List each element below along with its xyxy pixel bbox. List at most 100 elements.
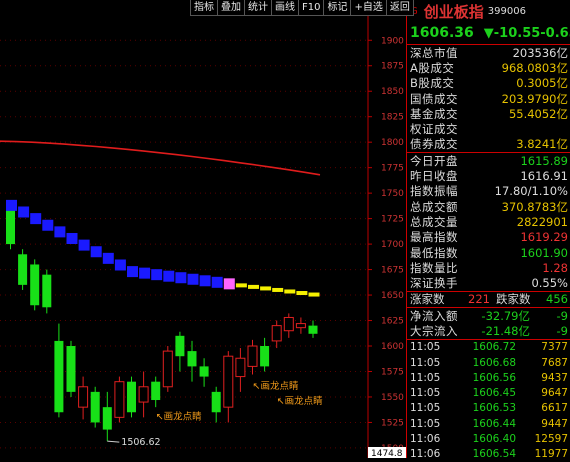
- stat-row: 最高指数 1619.29: [407, 230, 570, 245]
- stat-row-label: 总成交额: [410, 199, 458, 214]
- tick-volume: 9647: [541, 387, 568, 400]
- candle-body: [247, 345, 258, 367]
- flow-row: 大宗流入 -21.48亿 -9: [407, 323, 570, 338]
- flow-label: 大宗流入: [410, 324, 458, 338]
- candle-body: [260, 346, 270, 367]
- candle-body: [151, 381, 161, 401]
- trend-indicator-block: [127, 266, 138, 278]
- axis-tick-label: 1650: [381, 291, 404, 301]
- trend-indicator-block: [211, 276, 223, 288]
- tick-price: 1606.54: [472, 448, 516, 458]
- tick-list[interactable]: 11:05 1606.72 7377 11:05 1606.68 7687 11:05 160…: [407, 338, 570, 458]
- axis-tick-label: 1875: [381, 62, 404, 72]
- stat-row: 昨日收盘 1616.91: [407, 168, 570, 183]
- tick-volume: 11977: [534, 448, 568, 458]
- tick-price: 1606.56: [472, 371, 516, 384]
- tick-row[interactable]: 11:05 1606.45 9647: [407, 386, 570, 401]
- trend-indicator-block: [78, 239, 90, 251]
- stat-row-label: 最低指数: [410, 245, 458, 260]
- trend-indicator-block: [296, 291, 308, 296]
- index-code: 399006: [487, 5, 526, 17]
- kline-chart[interactable]: 1900 1875 1850 1825 1800 1775 1750 1725 1700 1675…: [0, 0, 406, 459]
- advance-decline-row: 涨家数 221 跌家数 456: [407, 290, 570, 307]
- tick-price: 1606.40: [472, 433, 516, 446]
- stat-row-label: 总成交量: [410, 214, 458, 229]
- trend-indicator-block: [175, 272, 187, 284]
- tick-row[interactable]: 11:05 1606.44 9447: [407, 416, 570, 431]
- kline-svg[interactable]: 1900 1875 1850 1825 1800 1775 1750 1725 1700 1675…: [0, 0, 406, 459]
- advance-count: 221: [468, 292, 490, 307]
- axis-tick-label: 1550: [381, 393, 404, 403]
- trend-indicator-block: [151, 269, 163, 281]
- decline-count: 456: [546, 292, 568, 307]
- flow-row: 净流入额 -32.79亿 -9: [407, 308, 570, 323]
- toolbar-f10-button[interactable]: F10: [298, 0, 325, 16]
- trend-indicator-block: [187, 273, 199, 285]
- trend-indicator-block: [308, 292, 320, 297]
- turnover-row-value: 55.4052亿: [508, 106, 568, 121]
- trend-indicator-block: [90, 246, 102, 258]
- tick-time: 11:05: [410, 356, 441, 369]
- turnover-row: 债券成交 3.8241亿: [407, 137, 570, 152]
- trend-indicator-block: [54, 226, 66, 238]
- tick-row[interactable]: 11:05 1606.53 6617: [407, 401, 570, 416]
- tick-row[interactable]: 11:05 1606.72 7377: [407, 340, 570, 355]
- toolbar-draw-button[interactable]: 画线: [271, 0, 299, 16]
- stat-row-value: 1.28: [542, 260, 568, 275]
- market-turnover-block: 深总市值 203536亿 A股成交 968.0803亿 B股成交 0.3005亿 国债成交 2…: [407, 45, 570, 152]
- trend-indicator-block: [66, 232, 78, 244]
- turnover-row-label: 深总市值: [410, 45, 458, 60]
- tick-row[interactable]: 11:05 1606.68 7687: [407, 355, 570, 370]
- axis-tick-label: 1675: [381, 266, 404, 276]
- toolbar-back-button[interactable]: 返回: [385, 0, 414, 16]
- axis-tick-label: 1825: [381, 113, 404, 123]
- stat-row-value: 17.80/1.10%: [494, 184, 568, 199]
- candle-body: [102, 407, 112, 430]
- tick-row[interactable]: 11:05 1606.56 9437: [407, 370, 570, 385]
- trend-indicator-block: [199, 275, 211, 287]
- tick-volume: 12597: [534, 433, 568, 446]
- candle-body: [54, 340, 64, 413]
- turnover-row-label: 基金成交: [410, 106, 458, 121]
- tick-row[interactable]: 11:06 1606.40 12597: [407, 431, 570, 446]
- tick-price: 1606.45: [472, 387, 516, 400]
- tick-time: 11:06: [410, 433, 441, 446]
- trend-indicator-block: [18, 206, 30, 218]
- turnover-row: B股成交 0.3005亿: [407, 76, 570, 91]
- toolbar-overlay-button[interactable]: 叠加: [217, 0, 245, 16]
- trend-indicator-block: [248, 284, 259, 289]
- stat-row-label: 指数量比: [410, 260, 458, 275]
- stat-row-value: 2822901: [516, 214, 568, 229]
- quote-panel: G 创业板指 399006 1606.36 ▼-10.55-0.65% 深总市值…: [406, 0, 570, 458]
- tick-row[interactable]: 11:06 1606.54 11977: [407, 447, 570, 458]
- candle-body: [271, 325, 282, 342]
- candle-body: [78, 386, 89, 408]
- turnover-row: 权证成交: [407, 121, 570, 136]
- toolbar-mark-button[interactable]: 标记: [323, 0, 352, 16]
- trend-indicator-block: [284, 289, 296, 294]
- candle-body: [6, 208, 15, 245]
- tick-time: 11:05: [410, 402, 441, 415]
- stat-row-label: 最高指数: [410, 230, 458, 245]
- candle-body: [235, 357, 246, 378]
- candle-body: [42, 274, 52, 308]
- stat-row-label: 深证换手: [410, 276, 458, 291]
- turnover-row-label: A股成交: [410, 60, 455, 75]
- tick-price: 1606.53: [472, 402, 516, 415]
- toolbar-indicator-button[interactable]: 指标: [190, 0, 218, 16]
- tick-volume: 6617: [541, 402, 568, 415]
- toolbar-stats-button[interactable]: 统计: [244, 0, 272, 16]
- price-change: ▼-10.55-0.65%: [483, 25, 570, 41]
- index-stats-block: 今日开盘 1615.89 昨日收盘 1616.91 指数振幅 17.80/1.10% 总成交…: [407, 152, 570, 291]
- stat-row: 总成交量 2822901: [407, 214, 570, 229]
- flow-value-2: -9: [556, 323, 568, 338]
- tick-price: 1606.72: [472, 341, 516, 354]
- candle-body: [90, 391, 100, 423]
- price-line: 1606.36 ▼-10.55-0.65%: [407, 22, 570, 45]
- dragon-annotation: ↖画龙点睛: [253, 380, 299, 392]
- tick-volume: 7687: [541, 356, 568, 369]
- axis-tick-label: 1850: [381, 87, 404, 97]
- trend-indicator-block: [223, 278, 235, 290]
- tick-price: 1606.68: [472, 356, 516, 369]
- toolbar-add-watchlist-button[interactable]: +自选: [350, 0, 387, 16]
